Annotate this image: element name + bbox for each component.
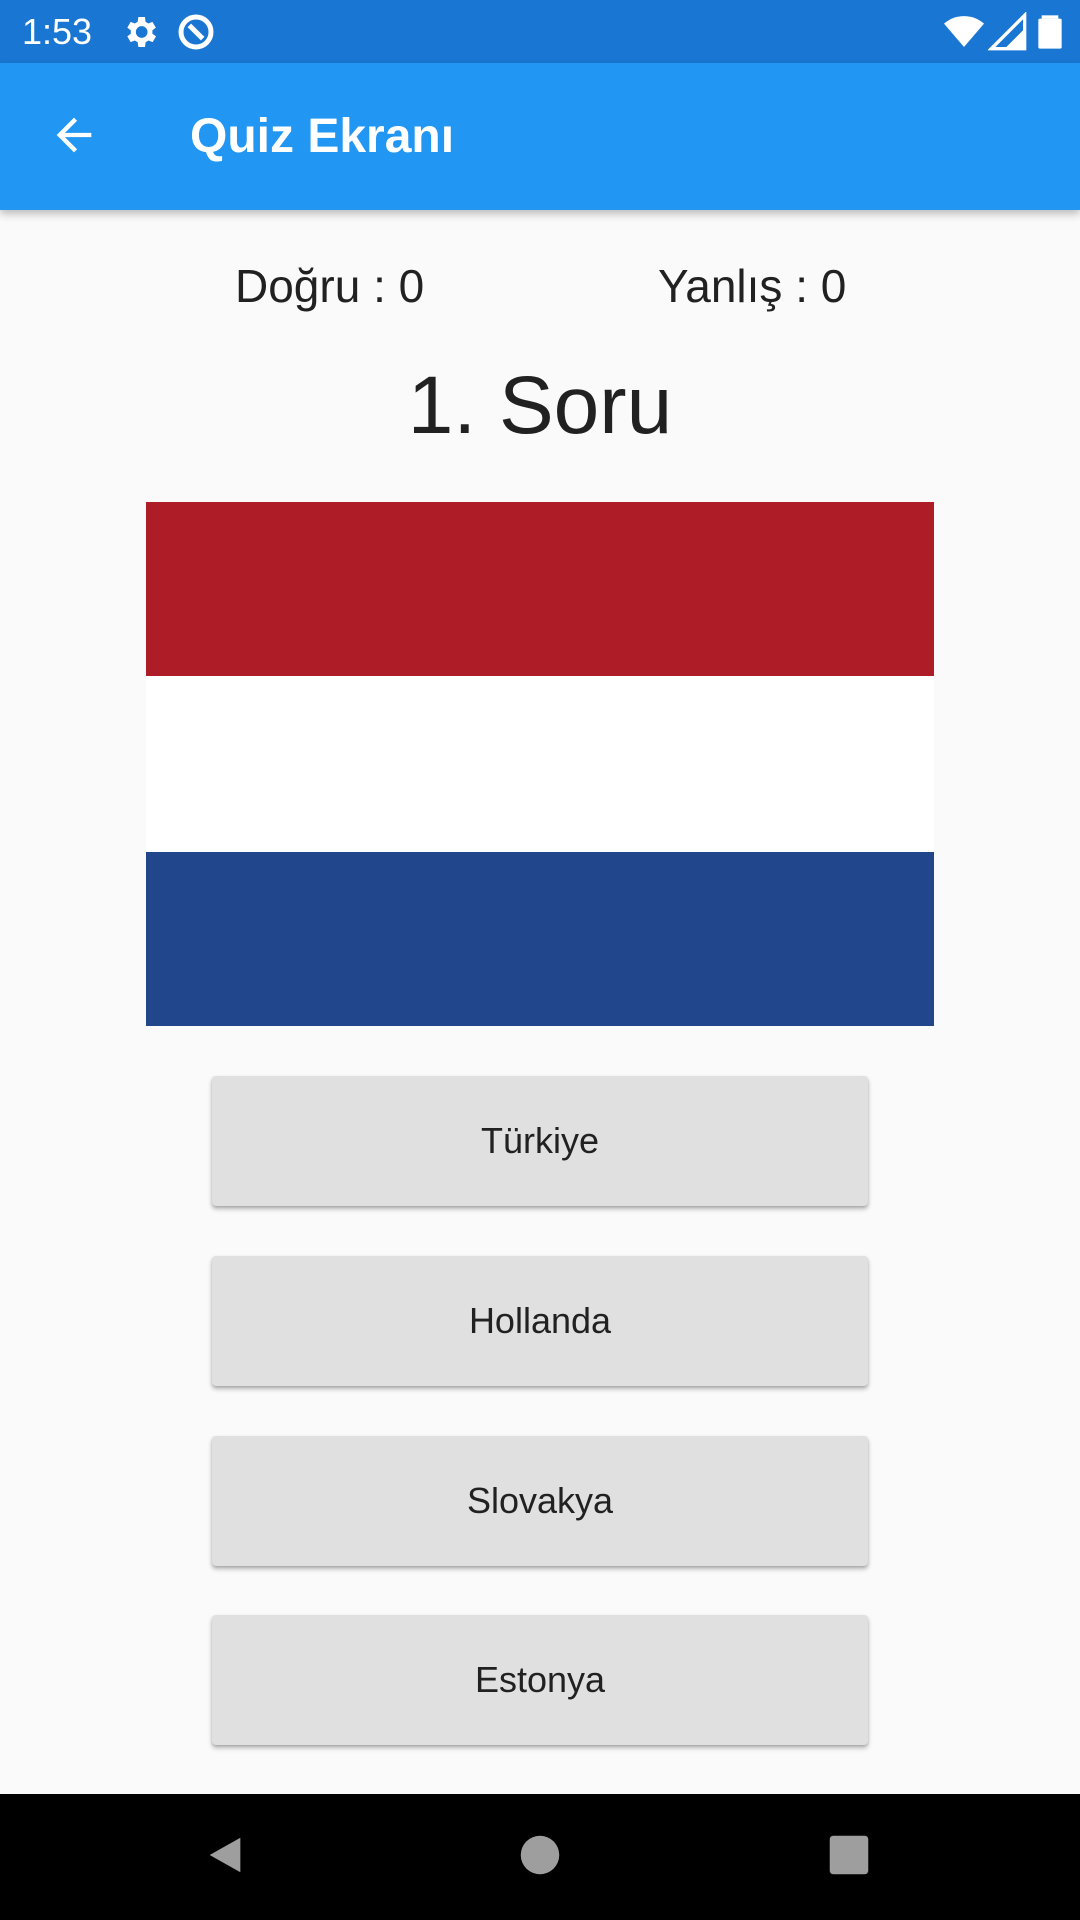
back-button[interactable] — [28, 91, 120, 183]
page-title: Quiz Ekranı — [190, 110, 455, 163]
flag-stripe-top — [146, 502, 934, 676]
status-time: 1:53 — [22, 11, 93, 52]
answer-button-4[interactable]: Estonya — [212, 1615, 868, 1745]
flag-image — [146, 502, 934, 1026]
battery-icon — [1030, 12, 1070, 52]
arrow-back-icon — [48, 109, 100, 166]
quiz-screen: 1:53 Quiz Ekranı Doğru : 0 Yanlış : 0 1.… — [0, 0, 1080, 1920]
back-triangle-icon — [202, 1832, 248, 1883]
flag-stripe-middle — [146, 676, 934, 852]
wrong-count: Yanlış : 0 — [658, 260, 847, 312]
app-bar: Quiz Ekranı — [0, 63, 1080, 210]
home-circle-icon — [519, 1834, 561, 1881]
answer-button-1[interactable]: Türkiye — [212, 1076, 868, 1206]
answer-button-3[interactable]: Slovakya — [212, 1436, 868, 1566]
flag-stripe-bottom — [146, 852, 934, 1026]
question-number: 1. Soru — [407, 360, 673, 451]
signal-icon — [987, 11, 1028, 52]
nav-recents-button[interactable] — [816, 1824, 882, 1890]
recents-square-icon — [828, 1834, 870, 1881]
sync-icon — [176, 12, 216, 52]
answer-button-2[interactable]: Hollanda — [212, 1256, 868, 1386]
status-bar: 1:53 — [0, 0, 1080, 63]
settings-icon — [120, 12, 160, 52]
nav-back-button[interactable] — [192, 1824, 258, 1890]
system-nav-bar — [0, 1794, 1080, 1920]
nav-home-button[interactable] — [507, 1824, 573, 1890]
wifi-icon — [944, 12, 984, 52]
correct-count: Doğru : 0 — [235, 260, 425, 312]
